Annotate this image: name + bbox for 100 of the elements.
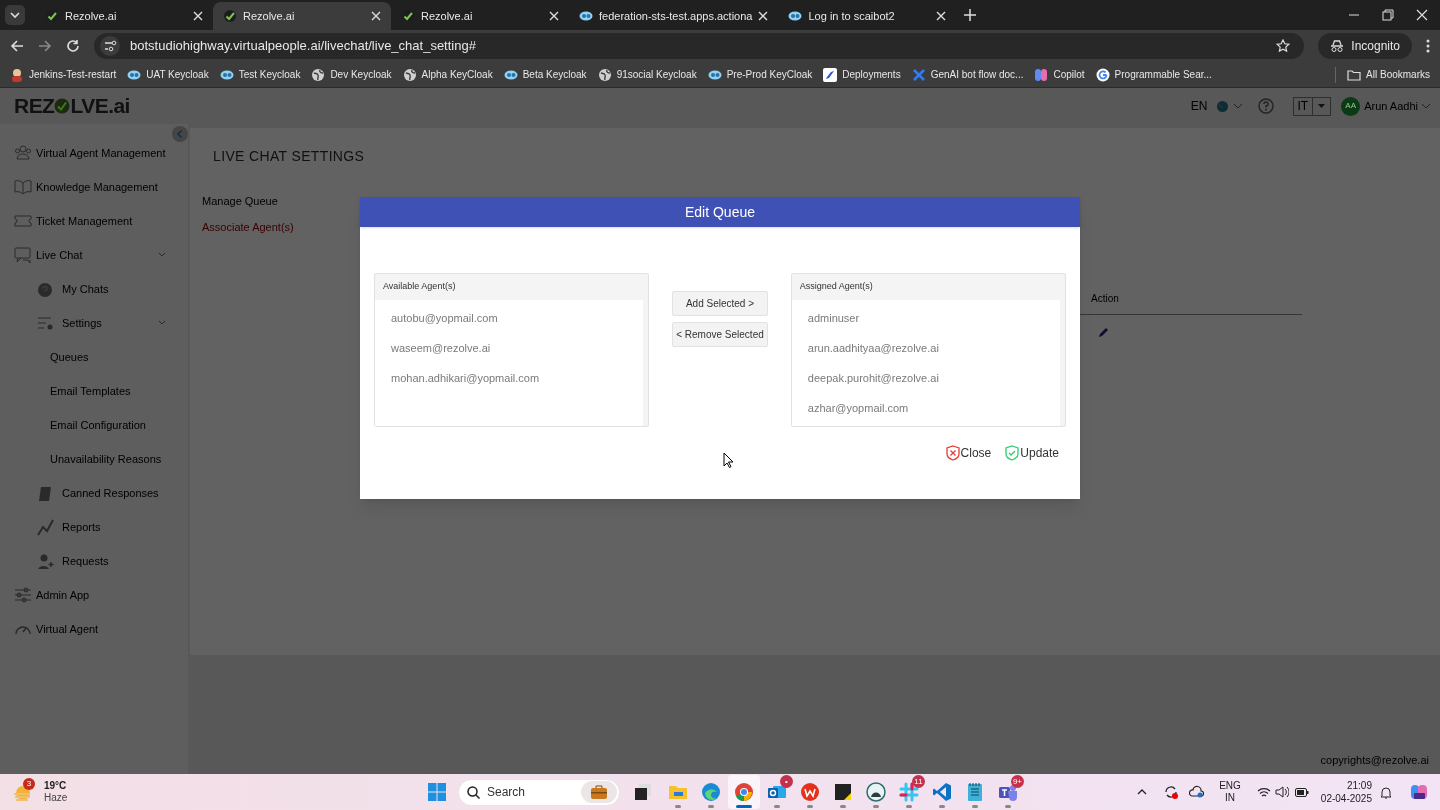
bookmark-link[interactable]: Programmable Sear... [1095,67,1212,82]
bookmark-link[interactable]: UAT Keycloak [127,67,209,82]
bookmark-link[interactable]: GenAI bot flow doc... [911,67,1024,82]
pencil-icon[interactable] [1098,326,1110,338]
notification-badge: 11 [912,775,925,788]
bookmark-link[interactable]: Alpha KeyCloak [402,67,493,82]
taskbar-app[interactable]: • [761,775,793,809]
shield-check-icon [1005,445,1020,461]
tab-list-icon[interactable] [5,5,25,25]
close-button[interactable]: Close [945,444,992,462]
bookmark-link[interactable]: Pre-Prod KeyCloak [707,67,813,82]
remove-selected-button[interactable]: < Remove Selected [672,322,768,347]
incognito-button[interactable]: Incognito [1318,33,1412,59]
bookmark-link[interactable]: Deployments [823,67,901,82]
menu-icon[interactable] [1426,39,1430,53]
search-field[interactable]: Search [458,778,620,806]
agent-option[interactable]: adminuser [791,303,1060,333]
reload-icon[interactable] [66,39,80,53]
wifi-icon[interactable] [1256,786,1271,798]
weather-widget[interactable]: 3 19°C Haze [0,780,420,804]
all-bookmarks-button[interactable]: All Bookmarks [1347,67,1430,82]
new-tab-icon[interactable] [964,9,977,21]
copyright-text: copyrights@rezolve.ai [1320,752,1429,768]
tab-title: Rezolve.ai [65,8,118,24]
close-icon[interactable] [758,11,769,21]
bookmark-link[interactable]: Test Keycloak [219,67,301,82]
close-icon[interactable] [936,11,947,21]
briefcase-icon [590,785,608,799]
tab-title: Rezolve.ai [243,8,296,24]
cursor-icon [723,452,733,468]
copilot-icon [1034,67,1049,82]
page-title: LIVE CHAT SETTINGS [212,147,366,166]
incognito-icon [1330,40,1345,52]
bookmark-link[interactable]: Jenkins-Test-restart [10,67,117,82]
agent-option[interactable]: deepak.purohit@rezolve.ai [791,363,1060,393]
add-selected-button[interactable]: Add Selected > [672,291,768,316]
logo: REZ LVE.ai [14,93,130,120]
taskbar-app[interactable]: 11 [893,775,925,809]
close-icon[interactable] [371,11,381,21]
notification-badge: 3 [23,778,35,790]
browser-icon [701,782,721,802]
chevron-up-icon[interactable] [1137,789,1148,795]
add-user-icon [37,552,54,570]
sticky-note-icon [833,782,853,802]
agent-option[interactable]: arun.aadhityaa@rezolve.ai [791,333,1060,363]
restore-icon[interactable] [1382,9,1394,21]
user-avatar: AA [1341,96,1361,116]
tab-title: Log in to scaibot2 [808,8,896,24]
copilot-icon[interactable] [1410,783,1428,801]
browser-tab[interactable]: Rezolve.ai [213,2,391,30]
cloud-icon [579,9,593,23]
bookmark-link[interactable]: Beta Keycloak [503,67,587,82]
shield-x-icon [945,445,960,461]
browser-tab[interactable]: Log in to scaibot2 [778,2,957,30]
close-icon[interactable] [193,11,203,21]
task-view-icon[interactable] [634,783,652,801]
input-language-button[interactable]: ENG IN [1215,780,1245,804]
check-circle-icon [54,98,71,114]
taskbar-app[interactable]: 9+ [992,775,1024,809]
star-icon[interactable] [1276,39,1291,53]
close-icon[interactable] [549,11,559,21]
close-icon[interactable] [1416,9,1428,21]
sync-icon[interactable] [1163,784,1180,800]
browser-icon [734,782,754,802]
cloud-sync-icon[interactable] [1189,785,1206,799]
forward-icon[interactable] [38,39,52,53]
notepad-icon [965,782,985,802]
agent-option[interactable]: autobu@yopmail.com [375,303,644,333]
back-icon[interactable] [10,39,24,53]
agent-option[interactable]: mohan.adhikari@yopmail.com [375,363,644,393]
clock[interactable]: 21:09 02-04-2025 [1320,779,1372,805]
dialog-title: Edit Queue [684,202,756,222]
speaker-icon[interactable] [1274,786,1289,798]
tab-title: Rezolve.ai [421,8,474,24]
caret-icon [1318,104,1326,108]
update-button[interactable]: Update [1005,444,1059,462]
site-settings-icon [100,36,120,56]
list-title: Available Agent(s) [383,280,456,294]
browser-tab[interactable]: Rezolve.ai [35,2,213,30]
trend-icon [37,518,54,536]
column-header: Action [1091,292,1119,306]
bookmark-link[interactable]: Copilot [1034,67,1085,82]
user-menu[interactable]: AA Arun Aadhi [1341,96,1430,116]
bookmark-link[interactable]: 91social Keycloak [597,67,697,82]
url-text: botstudiohighway.virtualpeople.ai/livechat/live_chat_setting# [130,37,477,56]
browser-tab[interactable]: federation-sts-test.apps.actiona [569,2,779,30]
battery-icon[interactable] [1294,787,1309,797]
team-chat-icon [998,782,1018,802]
hash-icon [899,782,919,802]
bell-icon[interactable] [1380,785,1392,799]
chat-bubbles-icon [14,246,32,264]
address-bar[interactable]: botstudiohighway.virtualpeople.ai/livechat/live_chat_setting# [94,33,1305,59]
bookmark-link[interactable]: Dev Keycloak [311,67,392,82]
browser-tab[interactable]: Rezolve.ai [391,2,569,30]
round-app-icon [866,782,886,802]
notification-badge: 9+ [1010,775,1024,788]
code-editor-icon [932,782,952,802]
agent-option[interactable]: azhar@yopmail.com [791,393,1060,423]
folder-icon [1347,68,1362,81]
agent-option[interactable]: waseem@rezolve.ai [375,333,644,363]
